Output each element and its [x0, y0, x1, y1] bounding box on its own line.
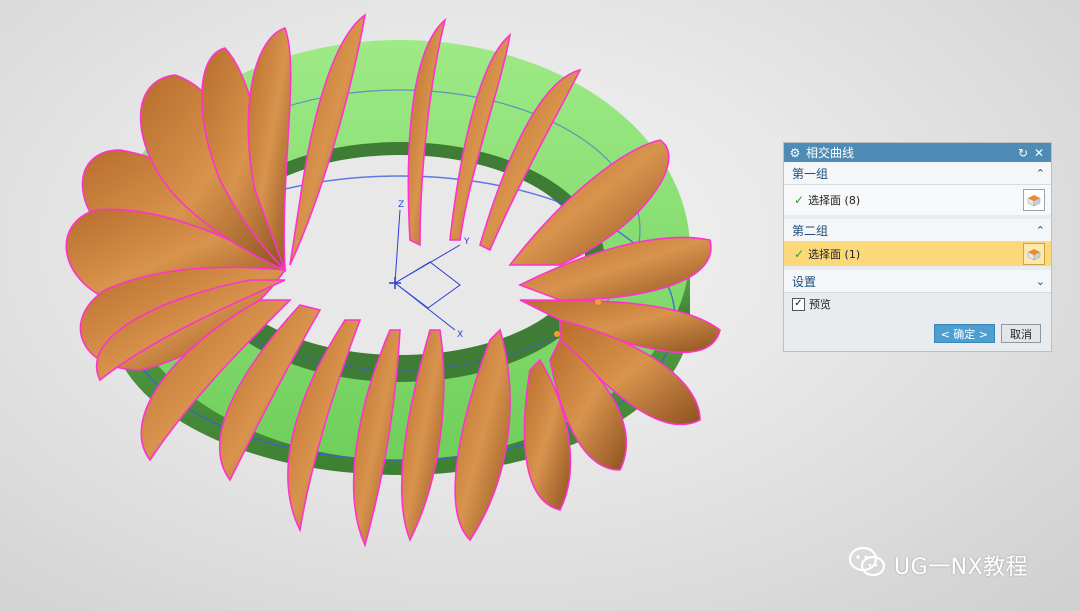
settings-header[interactable]: 设置 ⌄	[784, 270, 1051, 293]
reset-icon[interactable]: ↻	[1015, 146, 1031, 160]
group2-label: 第二组	[792, 223, 829, 238]
ok-button[interactable]: < 确定 >	[933, 324, 995, 343]
watermark: UG一NX教程	[848, 546, 1028, 584]
preview-checkbox[interactable]: ✓	[792, 297, 805, 311]
chevron-down-icon[interactable]: ⌄	[1036, 275, 1045, 288]
chevron-up-icon[interactable]: ⌃	[1036, 167, 1045, 180]
close-icon[interactable]: ✕	[1031, 146, 1047, 160]
dialog-title-bar[interactable]: ⚙ 相交曲线 ↻ ✕	[784, 143, 1051, 162]
group2-select-label: 选择面 (1)	[808, 248, 861, 261]
axis-x-label: X	[457, 330, 463, 340]
checkmark-icon: ✓	[794, 193, 805, 207]
cancel-button[interactable]: 取消	[1001, 324, 1041, 343]
watermark-text: UG一NX教程	[894, 555, 1029, 580]
axis-y-label: Y	[463, 237, 470, 247]
face-select-icon[interactable]	[1023, 243, 1045, 265]
group1-label: 第一组	[792, 166, 829, 181]
preview-label: 预览	[809, 298, 831, 311]
axis-z-label: Z	[398, 200, 404, 210]
gear-icon[interactable]: ⚙	[788, 146, 802, 160]
intersection-curve-dialog: ⚙ 相交曲线 ↻ ✕ 第一组 ⌃ ✓ 选择面 (8) 第二组 ⌃ ✓ 选择面 (…	[783, 142, 1052, 352]
wechat-icon	[848, 546, 886, 584]
group1-select-row[interactable]: ✓ 选择面 (8)	[784, 185, 1051, 215]
face-select-icon[interactable]	[1023, 189, 1045, 211]
group2-select-row[interactable]: ✓ 选择面 (1)	[784, 242, 1051, 266]
checkmark-icon: ✓	[794, 247, 805, 261]
chevron-up-icon[interactable]: ⌃	[1036, 224, 1045, 237]
dialog-title: 相交曲线	[806, 146, 855, 160]
preview-row[interactable]: ✓ 预览	[784, 293, 1051, 315]
group2-header[interactable]: 第二组 ⌃	[784, 219, 1051, 242]
group1-select-label: 选择面 (8)	[808, 194, 861, 207]
group1-header[interactable]: 第一组 ⌃	[784, 162, 1051, 185]
settings-label: 设置	[792, 274, 817, 289]
